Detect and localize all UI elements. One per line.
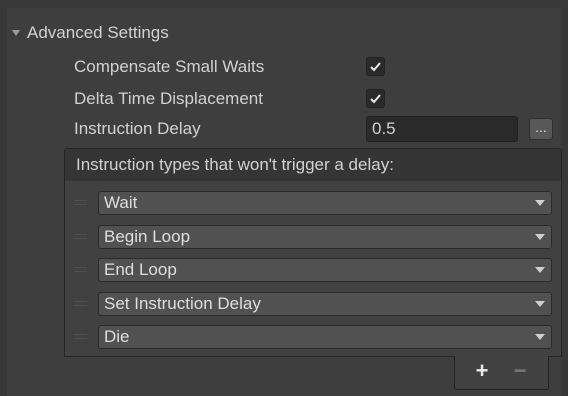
chevron-down-icon [535,334,545,340]
foldout-title: Advanced Settings [27,23,169,42]
chevron-down-icon [535,234,545,240]
list-item: Die [65,324,561,350]
dropdown-value: End Loop [104,260,177,279]
chevron-down-icon [535,200,545,206]
instruction-type-dropdown[interactable]: Set Instruction Delay [98,292,552,316]
triangle-down-icon[interactable] [9,26,23,40]
chevron-down-icon [535,301,545,307]
drag-handle-icon[interactable] [74,300,87,307]
checkmark-icon [370,94,381,104]
chevron-down-icon [535,267,545,273]
instruction-delay-label: Instruction Delay [74,119,201,138]
delta-time-displacement-checkbox[interactable] [366,89,385,108]
add-item-button[interactable]: + [469,358,495,384]
instruction-type-dropdown[interactable]: End Loop [98,258,552,282]
dropdown-value: Wait [104,193,138,212]
instruction-type-list: Wait Begin Loop End Loop Set Instruction… [64,181,562,357]
list-footer: + − [454,356,549,390]
list-item: Wait [65,190,561,216]
drag-handle-icon[interactable] [74,199,87,206]
drag-handle-icon[interactable] [74,233,87,240]
list-item: End Loop [65,257,561,283]
delta-time-displacement-label: Delta Time Displacement [74,89,263,108]
dropdown-value: Set Instruction Delay [104,294,261,313]
list-item: Set Instruction Delay [65,291,561,317]
compensate-small-waits-checkbox[interactable] [366,57,385,76]
instruction-type-dropdown[interactable]: Die [98,325,552,349]
instruction-type-dropdown[interactable]: Wait [98,191,552,215]
instruction-type-dropdown[interactable]: Begin Loop [98,225,552,249]
checkmark-icon [370,62,381,72]
instruction-delay-options-button[interactable]: ... [529,118,553,140]
compensate-small-waits-label: Compensate Small Waits [74,57,265,76]
dropdown-value: Die [104,327,130,346]
drag-handle-icon[interactable] [74,266,87,273]
drag-handle-icon[interactable] [74,333,87,340]
instruction-delay-field[interactable]: 0.5 [366,116,518,142]
advanced-settings-foldout[interactable]: Advanced Settings [9,22,169,44]
list-header: Instruction types that won't trigger a d… [64,148,562,182]
list-item: Begin Loop [65,224,561,250]
dropdown-value: Begin Loop [104,227,191,246]
remove-item-button[interactable]: − [507,358,533,384]
